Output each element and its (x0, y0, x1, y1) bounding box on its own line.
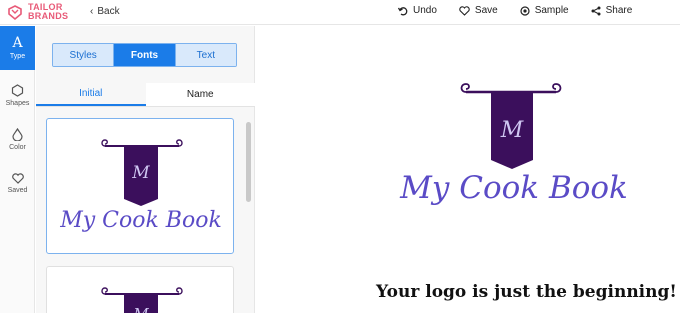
rail-item-label: Shapes (5, 99, 30, 107)
undo-button[interactable]: Undo (398, 5, 437, 16)
share-button[interactable]: Share (591, 5, 633, 16)
logo-preview: M My Cook Book (59, 139, 222, 233)
rail-item-shapes[interactable]: Shapes (0, 73, 35, 117)
sample-icon (520, 5, 530, 16)
undo-icon (398, 6, 408, 15)
save-button[interactable]: Save (459, 5, 498, 16)
undo-label: Undo (413, 5, 437, 16)
share-label: Share (605, 5, 633, 16)
logo-preview: M (101, 287, 183, 313)
rail-item-label: Saved (7, 186, 28, 194)
droplet-icon (12, 127, 23, 141)
font-option-list: M My Cook Book M (36, 108, 255, 313)
logo-name: My Cook Book (59, 208, 222, 233)
canvas-tagline: Your logo is just the beginning! (376, 282, 677, 302)
top-bar: TAILOR BRANDS ‹ Back Undo Save Sample Sh… (0, 0, 680, 25)
style-segmented-control: Styles Fonts Text (52, 43, 237, 67)
rail-item-saved[interactable]: Saved (0, 161, 35, 205)
panel-scrollbar[interactable] (246, 122, 251, 202)
font-option-card[interactable]: M (46, 266, 234, 313)
logo-initial: M (132, 305, 149, 313)
logo-name: My Cook Book (399, 170, 628, 206)
logo-initial: M (500, 118, 524, 143)
tab-name[interactable]: Name (145, 83, 255, 106)
logo-initial: M (131, 163, 150, 183)
tool-rail: A Type Shapes Color Saved (0, 26, 35, 313)
heart-icon (11, 172, 24, 184)
shapes-icon (11, 83, 24, 97)
logo-canvas: M My Cook Book Your logo is just the beg… (256, 26, 680, 313)
sample-label: Sample (534, 5, 569, 16)
segment-text[interactable]: Text (175, 44, 236, 66)
rail-item-label: Type (9, 53, 26, 60)
sample-button[interactable]: Sample (520, 5, 569, 16)
font-option-card-selected[interactable]: M My Cook Book (46, 118, 234, 254)
share-icon (591, 6, 601, 15)
font-subtabs: Initial Name (36, 83, 255, 107)
tailor-brands-logo[interactable]: TAILOR BRANDS (6, 3, 68, 21)
type-icon: A (12, 35, 23, 51)
rail-item-type[interactable]: A Type (0, 26, 35, 70)
options-panel: Styles Fonts Text Initial Name M My Cook… (36, 26, 255, 313)
top-actions: Undo Save Sample Share (398, 5, 654, 16)
tailor-brands-mark-icon (8, 5, 22, 21)
heart-icon (459, 5, 470, 16)
brand-line-2: BRANDS (28, 11, 69, 21)
tab-initial[interactable]: Initial (36, 83, 146, 106)
save-label: Save (474, 5, 498, 16)
logo-large: M My Cook Book (399, 83, 628, 206)
chevron-left-icon: ‹ (90, 6, 94, 17)
segment-styles[interactable]: Styles (53, 44, 115, 66)
rail-item-color[interactable]: Color (0, 117, 35, 161)
back-label: Back (97, 6, 120, 17)
back-button[interactable]: ‹ Back (90, 6, 120, 17)
rail-item-label: Color (9, 143, 26, 151)
segment-fonts[interactable]: Fonts (114, 44, 176, 66)
